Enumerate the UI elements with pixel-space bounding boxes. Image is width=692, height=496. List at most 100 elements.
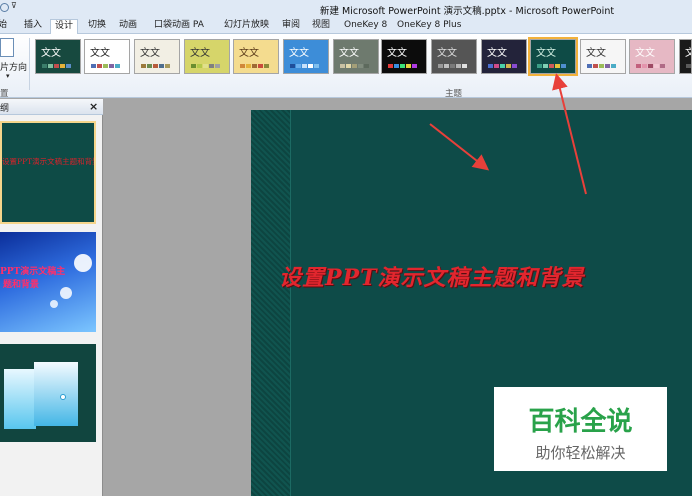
- group-divider: [29, 38, 30, 90]
- theme-option-8[interactable]: 文文: [381, 39, 427, 74]
- color-swatch: [246, 64, 251, 68]
- theme-color-swatches: [240, 64, 270, 68]
- theme-option-6[interactable]: 文文: [283, 39, 329, 74]
- color-swatch: [587, 64, 592, 68]
- slide-thumbnail-3[interactable]: [0, 344, 96, 442]
- tab-animations[interactable]: 动画: [115, 19, 141, 34]
- color-swatch: [302, 64, 307, 68]
- color-swatch: [290, 64, 295, 68]
- color-swatch: [358, 64, 363, 68]
- color-swatch: [314, 64, 319, 68]
- themes-group-label: 主题: [445, 89, 463, 99]
- theme-color-swatches: [537, 64, 567, 68]
- tab-review[interactable]: 审阅: [278, 19, 304, 34]
- color-swatch: [42, 64, 47, 68]
- theme-option-12[interactable]: 文文: [580, 39, 626, 74]
- color-swatch: [252, 64, 257, 68]
- theme-option-10[interactable]: 文文: [481, 39, 527, 74]
- color-swatch: [500, 64, 505, 68]
- panel-header: 纲 ×: [0, 99, 103, 115]
- quick-access-more-icon[interactable]: ⊽: [11, 1, 17, 10]
- theme-color-swatches: [587, 64, 617, 68]
- color-swatch: [400, 64, 405, 68]
- color-swatch: [494, 64, 499, 68]
- theme-color-swatches: [438, 64, 468, 68]
- slide-orientation-icon[interactable]: [0, 38, 14, 57]
- theme-preview-text: 文文: [685, 44, 691, 59]
- color-swatch: [48, 64, 53, 68]
- theme-option-11[interactable]: 文文: [528, 37, 578, 76]
- color-swatch: [412, 64, 417, 68]
- theme-preview-text: 文文: [536, 48, 556, 59]
- theme-color-swatches: [636, 64, 666, 68]
- slide-pattern-strip: [251, 110, 291, 496]
- color-swatch: [109, 64, 114, 68]
- chevron-down-icon[interactable]: ▾: [6, 72, 10, 80]
- theme-option-14[interactable]: 文文: [679, 39, 692, 74]
- tab-design[interactable]: 设计: [50, 19, 79, 35]
- theme-preview-text: 文文: [289, 48, 309, 59]
- tab-slideshow[interactable]: 幻灯片放映: [220, 19, 273, 34]
- theme-color-swatches: [42, 64, 72, 68]
- theme-preview-text: 文文: [586, 48, 606, 59]
- color-swatch: [388, 64, 393, 68]
- tab-outline[interactable]: 纲: [0, 101, 9, 114]
- theme-option-2[interactable]: 文文: [84, 39, 130, 74]
- color-swatch: [308, 64, 313, 68]
- slide-thumbnail-2[interactable]: PPT演示文稿主 题和背景: [0, 232, 96, 332]
- tab-pocket-animation[interactable]: 口袋动画 PA: [150, 19, 208, 34]
- theme-color-swatches: [290, 64, 320, 68]
- color-swatch: [506, 64, 511, 68]
- theme-preview-text: 文文: [140, 48, 160, 59]
- theme-preview-text: 文文: [190, 48, 210, 59]
- tab-onekey-8-plus[interactable]: OneKey 8 Plus: [393, 19, 465, 34]
- color-swatch: [456, 64, 461, 68]
- color-swatch: [364, 64, 369, 68]
- color-swatch: [654, 64, 659, 68]
- flower-decoration: [60, 287, 72, 299]
- color-swatch: [209, 64, 214, 68]
- slide-thumbnail-1[interactable]: 设置PPT演示文稿主题和背景: [0, 121, 96, 224]
- close-icon[interactable]: ×: [89, 100, 98, 113]
- thumbnail-title: 设置PPT演示文稿主题和背景: [2, 157, 96, 166]
- theme-color-swatches: [488, 64, 518, 68]
- theme-option-3[interactable]: 文文: [134, 39, 180, 74]
- theme-color-swatches: [686, 64, 691, 68]
- color-swatch: [642, 64, 647, 68]
- undo-icon[interactable]: [0, 3, 9, 12]
- theme-option-1[interactable]: 文文: [35, 39, 81, 74]
- color-swatch: [258, 64, 263, 68]
- color-swatch: [159, 64, 164, 68]
- ribbon-tab-row: 始 插入 设计 切换 动画 口袋动画 PA 幻灯片放映 审阅 视图 OneKey…: [0, 17, 692, 35]
- slide-orientation-button[interactable]: 片方向: [0, 60, 27, 73]
- tab-transitions[interactable]: 切换: [84, 19, 110, 34]
- image-card: [34, 362, 78, 426]
- color-swatch: [543, 64, 548, 68]
- theme-option-9[interactable]: 文文: [431, 39, 477, 74]
- color-swatch: [264, 64, 269, 68]
- tab-view[interactable]: 视图: [308, 19, 334, 34]
- tab-home[interactable]: 始: [0, 19, 11, 34]
- watermark-logo: 百科全说 助你轻松解决: [494, 387, 667, 471]
- tab-insert[interactable]: 插入: [20, 19, 46, 34]
- tab-onekey-8[interactable]: OneKey 8: [340, 19, 391, 34]
- bubble-decoration: [60, 394, 66, 400]
- color-swatch: [103, 64, 108, 68]
- window-title: 新建 Microsoft PowerPoint 演示文稿.pptx - Micr…: [320, 6, 615, 17]
- theme-preview-text: 文文: [239, 48, 259, 59]
- theme-option-7[interactable]: 文文: [333, 39, 379, 74]
- color-swatch: [636, 64, 641, 68]
- slide-title[interactable]: 设置PPT演示文稿主题和背景: [279, 260, 584, 292]
- flower-decoration: [74, 254, 92, 272]
- thumbnail-title: PPT演示文稿主 题和背景: [0, 266, 65, 292]
- color-swatch: [352, 64, 357, 68]
- color-swatch: [394, 64, 399, 68]
- color-swatch: [648, 64, 653, 68]
- theme-option-4[interactable]: 文文: [184, 39, 230, 74]
- theme-option-5[interactable]: 文文: [233, 39, 279, 74]
- color-swatch: [488, 64, 493, 68]
- color-swatch: [561, 64, 566, 68]
- color-swatch: [91, 64, 96, 68]
- color-swatch: [438, 64, 443, 68]
- theme-option-13[interactable]: 文文: [629, 39, 675, 74]
